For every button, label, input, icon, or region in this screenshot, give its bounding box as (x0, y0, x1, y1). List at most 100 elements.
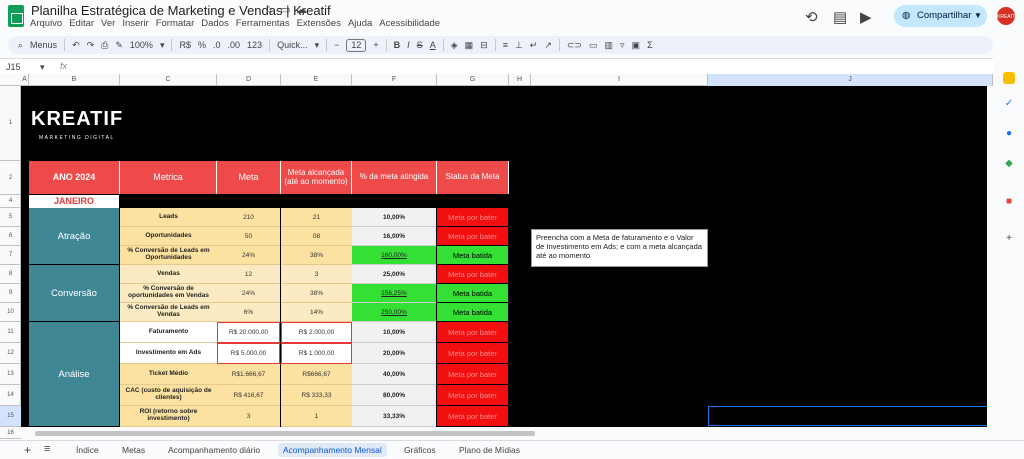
metric-name[interactable]: % Conversão de Leads em Oportunidades (120, 246, 217, 265)
bold-button[interactable]: B (394, 40, 401, 50)
functions-button[interactable]: Σ (647, 40, 653, 50)
tab-metas[interactable]: Metas (122, 445, 145, 455)
chart-icon[interactable]: ▥ (605, 40, 614, 51)
share-dropdown-icon[interactable]: ▼ (974, 11, 982, 20)
selected-cell[interactable] (708, 406, 987, 426)
cloud-status-icon[interactable]: ☁ (296, 3, 307, 16)
horizontal-align-icon[interactable]: ≡ (503, 40, 508, 50)
instruction-note[interactable]: Preencha com a Meta de faturamento e o V… (531, 229, 708, 267)
column-f[interactable]: F (352, 74, 437, 86)
metric-name[interactable]: % Conversão de Leads em Vendas (120, 303, 217, 322)
metric-goal[interactable]: 24% (217, 246, 280, 265)
column-h[interactable]: H (509, 74, 531, 86)
metric-goal-input[interactable]: R$ 20.000,00 (217, 322, 280, 343)
category-analise[interactable]: Análise (29, 322, 119, 427)
tab-acompanhamento-mensal[interactable]: Acompanhamento Mensal (278, 443, 387, 457)
add-sheet-button[interactable]: + (24, 443, 31, 457)
metric-pct[interactable]: 250,00% (352, 303, 436, 322)
header-status[interactable]: Status da Meta (437, 161, 509, 194)
metric-pct[interactable]: 25,00% (352, 265, 436, 284)
column-a[interactable]: A (21, 74, 29, 86)
row-16[interactable]: 16 (0, 427, 21, 439)
metric-achieved[interactable]: 38% (281, 246, 352, 265)
history-icon[interactable]: ⟲ (805, 8, 818, 26)
metric-pct[interactable]: 10,00% (352, 208, 436, 227)
avatar[interactable]: KREATIF (996, 6, 1018, 26)
tab-plano-de-midias[interactable]: Plano de Mídias (459, 445, 520, 455)
column-i[interactable]: I (531, 74, 708, 86)
font-select[interactable]: Quick... (277, 40, 308, 50)
metric-achieved[interactable]: 38% (281, 284, 352, 303)
menu-inserir[interactable]: Inserir (122, 18, 148, 29)
percent-format-button[interactable]: % (198, 40, 206, 50)
row-9[interactable]: 9 (0, 284, 21, 303)
metric-achieved-input[interactable]: R$ 2.000,00 (281, 322, 352, 343)
status-badge[interactable]: Meta por bater (437, 385, 508, 406)
maps-icon[interactable]: ◆ (1003, 158, 1015, 170)
metric-goal-input[interactable]: R$ 5.000,00 (217, 343, 280, 364)
print-icon[interactable]: ⎙ (101, 40, 108, 51)
metric-pct[interactable]: 80,00% (352, 385, 436, 406)
status-badge[interactable]: Meta por bater (437, 265, 508, 284)
metric-achieved[interactable]: R$ 333,33 (281, 385, 352, 406)
italic-button[interactable]: I (407, 40, 410, 50)
font-size-decrease-icon[interactable]: − (334, 40, 339, 50)
metric-goal[interactable]: 12 (217, 265, 280, 284)
metric-goal[interactable]: 6% (217, 303, 280, 322)
row-12[interactable]: 12 (0, 343, 21, 364)
metric-name[interactable]: Ticket Médio (120, 364, 217, 385)
metric-achieved[interactable]: 21 (281, 208, 352, 227)
metric-goal[interactable]: 24% (217, 284, 280, 303)
metric-pct[interactable]: 10,00% (352, 322, 436, 343)
row-4[interactable]: 4 (0, 195, 21, 208)
row-11[interactable]: 11 (0, 322, 21, 343)
increase-decimal-button[interactable]: .00 (228, 40, 241, 50)
horizontal-scrollbar[interactable] (35, 431, 535, 436)
metric-achieved[interactable]: 3 (281, 265, 352, 284)
metric-goal[interactable]: R$1.666,67 (217, 364, 280, 385)
metric-achieved[interactable]: 1 (281, 406, 352, 427)
link-icon[interactable]: ⊂⊃ (567, 40, 582, 51)
paint-format-icon[interactable]: ✎ (115, 40, 123, 51)
zoom-select[interactable]: 100% (130, 40, 153, 50)
metric-name[interactable]: Vendas (120, 265, 217, 284)
text-color-button[interactable]: A (430, 40, 436, 50)
chevron-down-icon[interactable]: ▾ (160, 40, 165, 51)
borders-icon[interactable]: ▦ (465, 40, 474, 51)
column-j[interactable]: J (708, 74, 993, 86)
metric-achieved[interactable]: 14% (281, 303, 352, 322)
menus-search[interactable]: Menus (30, 40, 57, 50)
status-badge[interactable]: Meta por bater (437, 343, 508, 364)
metric-pct[interactable]: 40,00% (352, 364, 436, 385)
metric-name[interactable]: % Conversão de oportunidades em Vendas (120, 284, 217, 303)
row-10[interactable]: 10 (0, 303, 21, 322)
tasks-icon[interactable]: ✓ (1003, 98, 1015, 110)
chevron-down-icon[interactable]: ▾ (315, 40, 320, 51)
metric-name[interactable]: CAC (custo de aquisição de clientes) (120, 385, 217, 406)
menu-acessibilidade[interactable]: Acessibilidade (379, 18, 440, 29)
metric-name[interactable]: Leads (120, 208, 217, 227)
column-g[interactable]: G (437, 74, 509, 86)
metric-pct[interactable]: 160,00% (352, 246, 436, 265)
column-c[interactable]: C (120, 74, 217, 86)
status-badge[interactable]: Meta batida (437, 246, 508, 265)
column-e[interactable]: E (281, 74, 352, 86)
formula-input[interactable] (76, 60, 976, 73)
menu-ajuda[interactable]: Ajuda (348, 18, 372, 29)
redo-icon[interactable]: ↷ (87, 40, 95, 51)
category-conversao[interactable]: Conversão (29, 265, 119, 322)
row-8[interactable]: 8 (0, 265, 21, 284)
vertical-align-icon[interactable]: ⊥ (515, 40, 523, 51)
row-13[interactable]: 13 (0, 364, 21, 385)
strikethrough-button[interactable]: S (417, 40, 423, 50)
tab-indice[interactable]: Índice (76, 445, 99, 455)
star-icon[interactable]: ☆ (264, 3, 274, 16)
decrease-decimal-button[interactable]: .0 (213, 40, 221, 50)
menu-ferramentas[interactable]: Ferramentas (236, 18, 290, 29)
merge-cells-icon[interactable]: ⊟ (480, 40, 488, 51)
font-size-increase-icon[interactable]: + (373, 40, 378, 50)
name-box[interactable]: J15 (6, 62, 21, 72)
menu-ver[interactable]: Ver (101, 18, 115, 29)
row-2[interactable]: 2 (0, 161, 21, 195)
status-badge[interactable]: Meta por bater (437, 227, 508, 246)
